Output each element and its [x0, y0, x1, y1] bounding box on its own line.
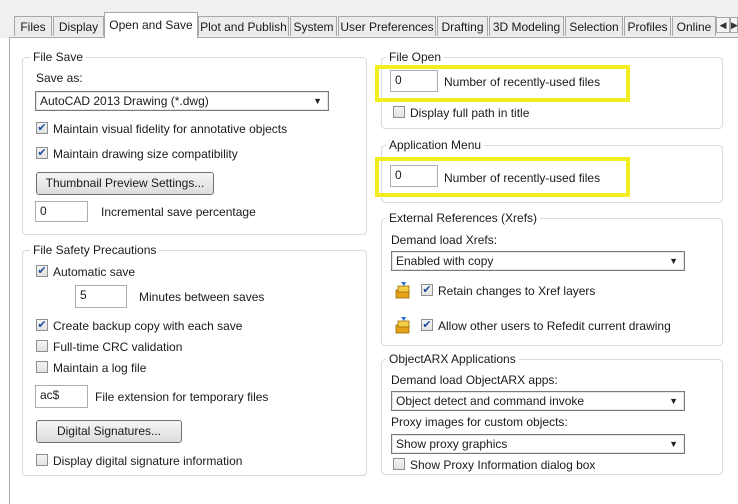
demand-load-arx-value: Object detect and command invoke — [396, 394, 585, 408]
crc-validation-label: Full-time CRC validation — [53, 340, 183, 354]
objectarx-title: ObjectARX Applications — [386, 352, 519, 366]
app-menu-recent-label: Number of recently-used files — [444, 171, 601, 185]
application-menu-title: Application Menu — [386, 138, 485, 152]
visual-fidelity-checkbox[interactable]: ✔ — [36, 122, 48, 134]
size-compat-label: Maintain drawing size compatibility — [53, 147, 238, 161]
refedit-icon — [395, 317, 410, 334]
tab-open-and-save[interactable]: Open and Save — [104, 12, 198, 38]
retain-xref-checkbox[interactable]: ✔ — [421, 284, 433, 296]
minutes-between-saves-label: Minutes between saves — [139, 290, 265, 304]
log-file-label: Maintain a log file — [53, 361, 147, 375]
demand-load-xrefs-value: Enabled with copy — [396, 254, 494, 268]
chevron-left-icon[interactable]: ◀ — [716, 17, 730, 33]
temp-extension-input[interactable]: ac$ — [35, 385, 88, 408]
minutes-between-saves-input[interactable]: 5 — [75, 285, 127, 308]
tab-display[interactable]: Display — [53, 16, 104, 36]
retain-xref-label: Retain changes to Xref layers — [438, 284, 596, 298]
size-compat-checkbox[interactable]: ✔ — [36, 147, 48, 159]
incremental-save-input[interactable]: 0 — [35, 201, 88, 222]
tab-drafting[interactable]: Drafting — [437, 16, 488, 36]
temp-extension-label: File extension for temporary files — [95, 390, 269, 404]
tab-selection[interactable]: Selection — [565, 16, 623, 36]
save-as-value: AutoCAD 2013 Drawing (*.dwg) — [40, 94, 209, 108]
tab-files[interactable]: Files — [14, 16, 52, 36]
demand-load-arx-label: Demand load ObjectARX apps: — [391, 373, 558, 387]
tab-system[interactable]: System — [290, 16, 337, 36]
file-save-title: File Save — [30, 50, 87, 64]
log-file-checkbox[interactable] — [36, 361, 48, 373]
chevron-right-icon[interactable]: ▶ — [730, 17, 738, 33]
chevron-down-icon: ▼ — [669, 396, 678, 406]
backup-copy-checkbox[interactable]: ✔ — [36, 319, 48, 331]
digital-signatures-button[interactable]: Digital Signatures... — [36, 420, 182, 443]
save-as-select[interactable]: AutoCAD 2013 Drawing (*.dwg) ▼ — [35, 91, 329, 111]
save-as-label: Save as: — [36, 71, 83, 85]
chevron-down-icon: ▼ — [669, 439, 678, 449]
proxy-images-label: Proxy images for custom objects: — [391, 415, 568, 429]
file-open-recent-label: Number of recently-used files — [444, 75, 601, 89]
backup-copy-label: Create backup copy with each save — [53, 319, 243, 333]
chevron-down-icon: ▼ — [669, 256, 678, 266]
demand-load-xrefs-label: Demand load Xrefs: — [391, 233, 498, 247]
allow-refedit-checkbox[interactable]: ✔ — [421, 319, 433, 331]
incremental-save-label: Incremental save percentage — [101, 205, 256, 219]
allow-refedit-label: Allow other users to Refedit current dra… — [438, 319, 671, 333]
automatic-save-checkbox[interactable]: ✔ — [36, 265, 48, 277]
tab-user-preferences[interactable]: User Preferences — [338, 16, 436, 36]
tab-profiles[interactable]: Profiles — [624, 16, 671, 36]
crc-validation-checkbox[interactable] — [36, 340, 48, 352]
digital-signature-info-checkbox[interactable] — [36, 454, 48, 466]
visual-fidelity-label: Maintain visual fidelity for annotative … — [53, 122, 288, 136]
tab-online[interactable]: Online — [672, 16, 716, 36]
automatic-save-label: Automatic save — [53, 265, 136, 279]
chevron-down-icon: ▼ — [313, 96, 322, 106]
file-safety-title: File Safety Precautions — [30, 243, 160, 257]
xref-layer-icon — [395, 282, 410, 299]
app-menu-recent-input[interactable]: 0 — [390, 165, 438, 187]
file-open-recent-input[interactable]: 0 — [390, 70, 438, 92]
tab-strip: Files Display Open and Save Plot and Pub… — [0, 0, 738, 38]
full-path-label: Display full path in title — [410, 106, 530, 120]
demand-load-arx-select[interactable]: Object detect and command invoke ▼ — [391, 391, 685, 411]
tab-plot-and-publish[interactable]: Plot and Publish — [198, 16, 289, 36]
demand-load-xrefs-select[interactable]: Enabled with copy ▼ — [391, 251, 685, 271]
proxy-images-value: Show proxy graphics — [396, 437, 508, 451]
thumbnail-preview-button[interactable]: Thumbnail Preview Settings... — [36, 172, 214, 195]
proxy-images-select[interactable]: Show proxy graphics ▼ — [391, 434, 685, 454]
proxy-dialog-label: Show Proxy Information dialog box — [410, 458, 596, 472]
xrefs-title: External References (Xrefs) — [386, 211, 541, 225]
file-open-title: File Open — [386, 50, 445, 64]
full-path-checkbox[interactable] — [393, 106, 405, 118]
proxy-dialog-checkbox[interactable] — [393, 458, 405, 470]
tab-3d-modeling[interactable]: 3D Modeling — [489, 16, 564, 36]
digital-signature-info-label: Display digital signature information — [53, 454, 243, 468]
